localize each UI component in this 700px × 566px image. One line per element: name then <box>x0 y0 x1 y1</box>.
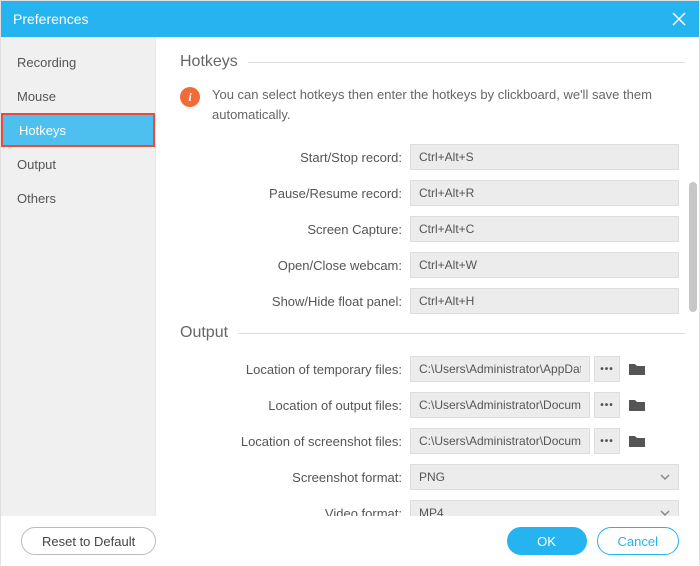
sidebar-item-others[interactable]: Others <box>1 181 155 215</box>
path-row-output: Location of output files: ••• <box>180 392 699 418</box>
select-screenshot-format[interactable]: PNG <box>410 464 679 490</box>
hotkey-row-pause-resume: Pause/Resume record: <box>180 180 699 206</box>
open-folder-button[interactable] <box>626 392 648 418</box>
select-row-video-format: Video format: MP4 <box>180 500 699 516</box>
field-label: Location of screenshot files: <box>180 434 410 449</box>
window-title: Preferences <box>13 11 88 27</box>
title-bar: Preferences <box>1 1 699 37</box>
hotkey-input-float-panel[interactable] <box>410 288 679 314</box>
chevron-down-icon <box>660 472 670 482</box>
select-value: MP4 <box>419 506 444 516</box>
hotkeys-header: Hotkeys <box>180 53 699 71</box>
footer: Reset to Default OK Cancel <box>1 516 699 566</box>
field-label: Screenshot format: <box>180 470 410 485</box>
field-label: Pause/Resume record: <box>180 186 410 201</box>
hotkey-input-start-stop[interactable] <box>410 144 679 170</box>
sidebar-item-hotkeys[interactable]: Hotkeys <box>1 113 155 147</box>
divider <box>248 62 685 63</box>
folder-icon <box>629 362 645 376</box>
info-icon: i <box>180 87 200 107</box>
close-icon[interactable] <box>671 11 687 27</box>
path-input-temp[interactable] <box>410 356 590 382</box>
folder-icon <box>629 434 645 448</box>
hotkey-row-start-stop: Start/Stop record: <box>180 144 699 170</box>
path-row-screenshot: Location of screenshot files: ••• <box>180 428 699 454</box>
browse-button[interactable]: ••• <box>594 392 620 418</box>
path-input-screenshot[interactable] <box>410 428 590 454</box>
field-label: Start/Stop record: <box>180 150 410 165</box>
reset-button[interactable]: Reset to Default <box>21 527 156 555</box>
field-label: Show/Hide float panel: <box>180 294 410 309</box>
ok-button[interactable]: OK <box>507 527 587 555</box>
browse-button[interactable]: ••• <box>594 356 620 382</box>
folder-icon <box>629 398 645 412</box>
hotkey-row-webcam: Open/Close webcam: <box>180 252 699 278</box>
hotkey-input-webcam[interactable] <box>410 252 679 278</box>
hotkeys-title: Hotkeys <box>180 53 238 71</box>
select-value: PNG <box>419 470 445 484</box>
hotkey-input-pause-resume[interactable] <box>410 180 679 206</box>
field-label: Open/Close webcam: <box>180 258 410 273</box>
info-row: i You can select hotkeys then enter the … <box>180 85 699 124</box>
field-label: Screen Capture: <box>180 222 410 237</box>
open-folder-button[interactable] <box>626 356 648 382</box>
cancel-button[interactable]: Cancel <box>597 527 679 555</box>
body: Recording Mouse Hotkeys Output Others Ho… <box>1 37 699 516</box>
select-row-screenshot-format: Screenshot format: PNG <box>180 464 699 490</box>
divider <box>238 333 685 334</box>
open-folder-button[interactable] <box>626 428 648 454</box>
output-header: Output <box>180 324 699 342</box>
field-label: Location of output files: <box>180 398 410 413</box>
info-text: You can select hotkeys then enter the ho… <box>212 85 669 124</box>
select-video-format[interactable]: MP4 <box>410 500 679 516</box>
field-label: Video format: <box>180 506 410 517</box>
hotkey-row-float-panel: Show/Hide float panel: <box>180 288 699 314</box>
field-label: Location of temporary files: <box>180 362 410 377</box>
scrollbar-thumb[interactable] <box>689 182 697 312</box>
path-input-output[interactable] <box>410 392 590 418</box>
browse-button[interactable]: ••• <box>594 428 620 454</box>
sidebar-item-output[interactable]: Output <box>1 147 155 181</box>
sidebar-item-recording[interactable]: Recording <box>1 45 155 79</box>
hotkey-input-screen-capture[interactable] <box>410 216 679 242</box>
hotkey-row-screen-capture: Screen Capture: <box>180 216 699 242</box>
output-title: Output <box>180 324 228 342</box>
sidebar-item-mouse[interactable]: Mouse <box>1 79 155 113</box>
main-panel: Hotkeys i You can select hotkeys then en… <box>156 37 699 516</box>
chevron-down-icon <box>660 508 670 516</box>
sidebar: Recording Mouse Hotkeys Output Others <box>1 37 156 516</box>
path-row-temp: Location of temporary files: ••• <box>180 356 699 382</box>
